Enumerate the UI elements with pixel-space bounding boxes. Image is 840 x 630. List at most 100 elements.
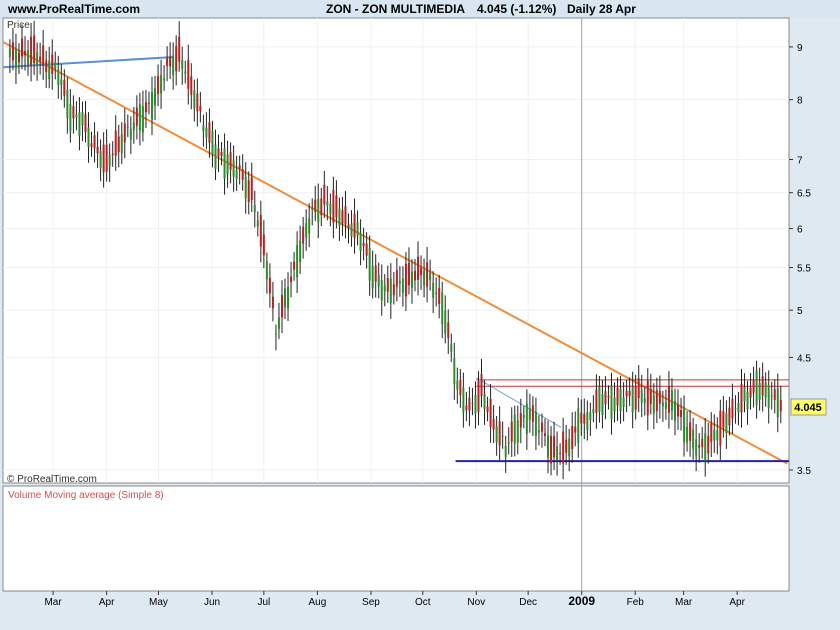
candle-body — [398, 281, 401, 284]
candle-body — [637, 378, 640, 399]
candle-body — [232, 160, 235, 177]
candle-body — [592, 409, 595, 414]
candle-body — [356, 221, 359, 236]
candle-body — [259, 215, 262, 247]
candle-body — [447, 322, 450, 338]
candle-body — [199, 105, 202, 112]
candle-body — [111, 153, 114, 156]
x-tick-label: Feb — [627, 597, 645, 608]
x-tick-label: Nov — [467, 597, 485, 608]
candle-body — [540, 422, 543, 432]
candle-body — [728, 407, 731, 426]
candle-body — [559, 452, 562, 454]
candle-body — [692, 429, 695, 449]
candle-body — [758, 382, 761, 400]
candle-body — [314, 199, 317, 212]
candle-body — [746, 391, 749, 410]
candle-body — [680, 410, 683, 418]
candle-body — [507, 442, 510, 444]
candle-body — [277, 317, 280, 330]
y-tick-label: 8 — [797, 96, 803, 107]
last-price-tag: 4.045 — [794, 402, 822, 414]
candle-body — [622, 397, 625, 408]
candle-body — [190, 76, 193, 95]
candle-body — [683, 407, 686, 442]
candle-body — [296, 245, 299, 278]
candle-body — [689, 422, 692, 441]
x-tick-label: Mar — [675, 597, 693, 608]
candle-body — [410, 271, 413, 288]
candle-body — [667, 386, 670, 413]
candle-body — [51, 54, 54, 74]
candle-body — [598, 386, 601, 412]
price-panel — [2, 17, 790, 484]
candle-body — [311, 208, 314, 210]
candle-body — [383, 285, 386, 292]
candle-body — [737, 403, 740, 413]
candle-body — [235, 170, 238, 179]
candle-body — [426, 262, 429, 287]
candle-body — [141, 106, 144, 133]
candle-body — [516, 420, 519, 443]
candle-body — [543, 433, 546, 436]
candle-body — [138, 104, 141, 131]
candle-body — [740, 384, 743, 413]
candle-body — [474, 395, 477, 414]
candle-body — [181, 59, 184, 69]
candle-body — [90, 143, 93, 148]
candle-body — [649, 389, 652, 405]
candle-body — [767, 385, 770, 408]
candle-body — [510, 421, 513, 442]
y-tick-label: 5.5 — [797, 264, 811, 275]
candle-body — [187, 59, 190, 89]
candle-body — [214, 144, 217, 170]
candle-body — [36, 52, 39, 66]
candle-body — [486, 406, 489, 413]
candle-body — [719, 410, 722, 446]
candle-body — [380, 280, 383, 301]
y-tick-label: 4.5 — [797, 353, 811, 364]
candle-body — [743, 387, 746, 402]
candle-body — [347, 224, 350, 228]
candle-body — [238, 165, 241, 169]
candle-body — [677, 404, 680, 417]
candle-body — [465, 405, 468, 410]
candle-body — [528, 408, 531, 420]
candle-body — [734, 408, 737, 410]
candle-body — [105, 144, 108, 172]
candle-body — [634, 386, 637, 410]
candle-body — [99, 150, 102, 169]
candle-body — [157, 76, 160, 95]
candle-body — [477, 381, 480, 412]
candle-body — [553, 436, 556, 458]
y-tick-label: 6.5 — [797, 189, 811, 200]
candle-body — [695, 439, 698, 456]
candle-body — [344, 206, 347, 225]
candle-body — [565, 439, 568, 453]
candle-body — [616, 387, 619, 406]
candle-body — [377, 275, 380, 287]
candle-body — [280, 294, 283, 318]
candle-body — [583, 413, 586, 424]
candle-body — [123, 123, 126, 143]
price-chart[interactable]: 9 8 7 6.5 6 5.5 5 4.5 3.5 Mar Apr May Jun Jul Aug Sep O… — [0, 0, 840, 630]
candle-body — [81, 112, 84, 126]
candle-body — [108, 154, 111, 167]
candle-body — [655, 390, 658, 412]
candle-body — [271, 296, 274, 309]
candle-body — [144, 102, 147, 113]
candle-body — [220, 151, 223, 156]
candle-body — [444, 310, 447, 334]
candle-body — [670, 390, 673, 411]
candle-body — [114, 130, 117, 156]
y-tick-label: 6 — [797, 225, 803, 236]
candle-body — [33, 35, 36, 64]
x-tick-label: Mar — [44, 597, 62, 608]
candle-body — [704, 433, 707, 461]
candle-body — [72, 106, 75, 119]
candle-body — [601, 393, 604, 415]
candle-body — [147, 103, 150, 105]
candle-body — [531, 405, 534, 422]
candle-body — [713, 429, 716, 441]
candle-body — [513, 414, 516, 444]
